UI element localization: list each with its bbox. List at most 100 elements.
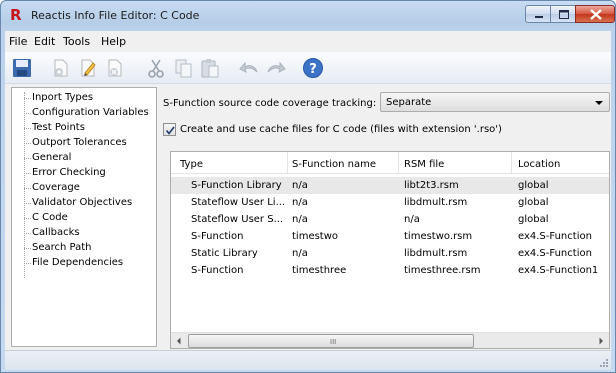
table-cell: libt2t3.rsm — [404, 180, 459, 191]
table-cell: timesthree — [292, 265, 347, 276]
close-icon — [590, 9, 602, 20]
column-divider[interactable] — [287, 152, 288, 174]
minimize-icon — [535, 16, 543, 18]
menu-edit[interactable]: Edit — [34, 35, 55, 48]
tree-connector — [24, 158, 31, 159]
tree-connector — [24, 128, 31, 129]
cut-icon[interactable] — [145, 57, 167, 79]
paste-icon[interactable] — [199, 57, 221, 79]
table-cell: global — [518, 214, 549, 225]
scroll-left-icon[interactable] — [171, 333, 187, 349]
window-title: Reactis Info File Editor: C Code — [31, 9, 200, 22]
editor-content: Inport Types Configuration Variables Test … — [5, 85, 611, 350]
scroll-right-icon[interactable] — [593, 333, 609, 349]
table-cell: ex4.S-Function1 — [518, 265, 599, 276]
table-cell: timesthree.rsm — [404, 265, 481, 276]
column-divider[interactable] — [398, 152, 399, 174]
cache-files-label: Create and use cache files for C code (f… — [180, 124, 502, 135]
toolbar: ? — [5, 52, 611, 84]
client-area: File Edit Tools Help ? Inport Types Conf… — [5, 31, 611, 370]
tree-item-callbacks[interactable]: Callbacks — [32, 227, 80, 239]
save-icon[interactable] — [11, 57, 33, 79]
coverage-tracking-select[interactable]: Separate — [380, 92, 610, 112]
tree-connector — [24, 188, 31, 189]
tree-connector — [24, 113, 31, 114]
tree-item-general[interactable]: General — [32, 152, 71, 164]
table-cell: timestwo.rsm — [404, 231, 473, 242]
table-cell: ex4.S-Function — [518, 248, 592, 259]
tree-item-coverage[interactable]: Coverage — [32, 182, 80, 194]
menu-file[interactable]: File — [9, 35, 27, 48]
tree-item-search-path[interactable]: Search Path — [32, 242, 92, 254]
tree-item-c-code[interactable]: C Code — [32, 212, 68, 224]
table-cell: Stateflow User Li... — [191, 197, 286, 208]
c-code-table: Type S-Function name RSM file Location S… — [170, 151, 610, 349]
table-cell: S-Function Library — [191, 180, 282, 191]
table-cell: n/a — [404, 214, 420, 225]
svg-text:?: ? — [309, 62, 317, 77]
table-cell: libdmult.rsm — [404, 248, 468, 259]
title-bar[interactable]: R Reactis Info File Editor: C Code — [1, 1, 615, 31]
tree-connector — [24, 218, 31, 219]
table-row[interactable]: Stateflow User S... n/a n/a global — [171, 211, 609, 228]
table-cell: Static Library — [191, 248, 258, 259]
new-document-icon[interactable] — [50, 57, 72, 79]
tree-item-error-checking[interactable]: Error Checking — [32, 167, 106, 179]
menu-tools[interactable]: Tools — [63, 35, 90, 48]
resize-grip-icon[interactable] — [599, 358, 609, 368]
tree-connector — [24, 98, 31, 99]
scrollbar-grip: III — [330, 338, 337, 346]
help-icon[interactable]: ? — [302, 57, 324, 79]
column-header-rsm-file[interactable]: RSM file — [404, 159, 444, 170]
maximize-icon — [559, 10, 569, 19]
tree-item-test-points[interactable]: Test Points — [32, 122, 85, 134]
table-cell: n/a — [292, 248, 308, 259]
table-cell: S-Function — [191, 231, 244, 242]
edit-document-icon[interactable] — [77, 57, 99, 79]
menu-bar: File Edit Tools Help — [5, 31, 611, 51]
tree-item-configuration-variables[interactable]: Configuration Variables — [32, 107, 149, 119]
table-row[interactable]: S-Function timestwo timestwo.rsm ex4.S-Func… — [171, 228, 609, 245]
table-cell: global — [518, 180, 549, 191]
tree-connector — [24, 92, 25, 278]
menu-help[interactable]: Help — [101, 35, 126, 48]
column-header-sfunction-name[interactable]: S-Function name — [292, 159, 376, 170]
horizontal-scrollbar[interactable]: III — [171, 332, 609, 348]
table-row[interactable]: Stateflow User Li... n/a libdmult.rsm globa… — [171, 194, 609, 211]
redo-icon[interactable] — [265, 57, 287, 79]
tree-connector — [24, 143, 31, 144]
table-cell: n/a — [292, 214, 308, 225]
column-header-type[interactable]: Type — [180, 159, 203, 170]
tree-item-outport-tolerances[interactable]: Outport Tolerances — [32, 137, 127, 149]
close-button[interactable] — [575, 5, 615, 23]
table-cell: S-Function — [191, 265, 244, 276]
scrollbar-thumb[interactable]: III — [188, 334, 474, 348]
tree-item-inport-types[interactable]: Inport Types — [32, 92, 93, 104]
table-cell: ex4.S-Function — [518, 231, 592, 242]
undo-icon[interactable] — [238, 57, 260, 79]
delete-document-icon[interactable] — [104, 57, 126, 79]
column-divider[interactable] — [511, 152, 512, 174]
cache-files-checkbox[interactable] — [163, 123, 176, 136]
tree-item-validator-objectives[interactable]: Validator Objectives — [32, 197, 132, 209]
copy-icon[interactable] — [172, 57, 194, 79]
chevron-down-icon — [595, 101, 603, 105]
table-cell: global — [518, 197, 549, 208]
section-tree: Inport Types Configuration Variables Test … — [11, 87, 157, 347]
maximize-button[interactable] — [550, 5, 576, 23]
column-header-location[interactable]: Location — [518, 159, 560, 170]
tree-connector — [24, 248, 31, 249]
tree-connector — [24, 233, 31, 234]
table-cell: timestwo — [292, 231, 339, 242]
tree-item-file-dependencies[interactable]: File Dependencies — [32, 257, 123, 269]
table-cell: libdmult.rsm — [404, 197, 468, 208]
status-bar — [5, 350, 611, 370]
tree-connector — [24, 263, 31, 264]
table-row[interactable]: Static Library n/a libdmult.rsm ex4.S-Funct… — [171, 245, 609, 262]
coverage-tracking-label: S-Function source code coverage tracking… — [163, 98, 377, 109]
table-row[interactable]: S-Function Library n/a libt2t3.rsm global — [171, 177, 609, 194]
table-cell: Stateflow User S... — [191, 214, 284, 225]
minimize-button[interactable] — [525, 5, 551, 23]
table-cell: n/a — [292, 197, 308, 208]
table-row[interactable]: S-Function timesthree timesthree.rsm ex4.S-… — [171, 262, 609, 279]
